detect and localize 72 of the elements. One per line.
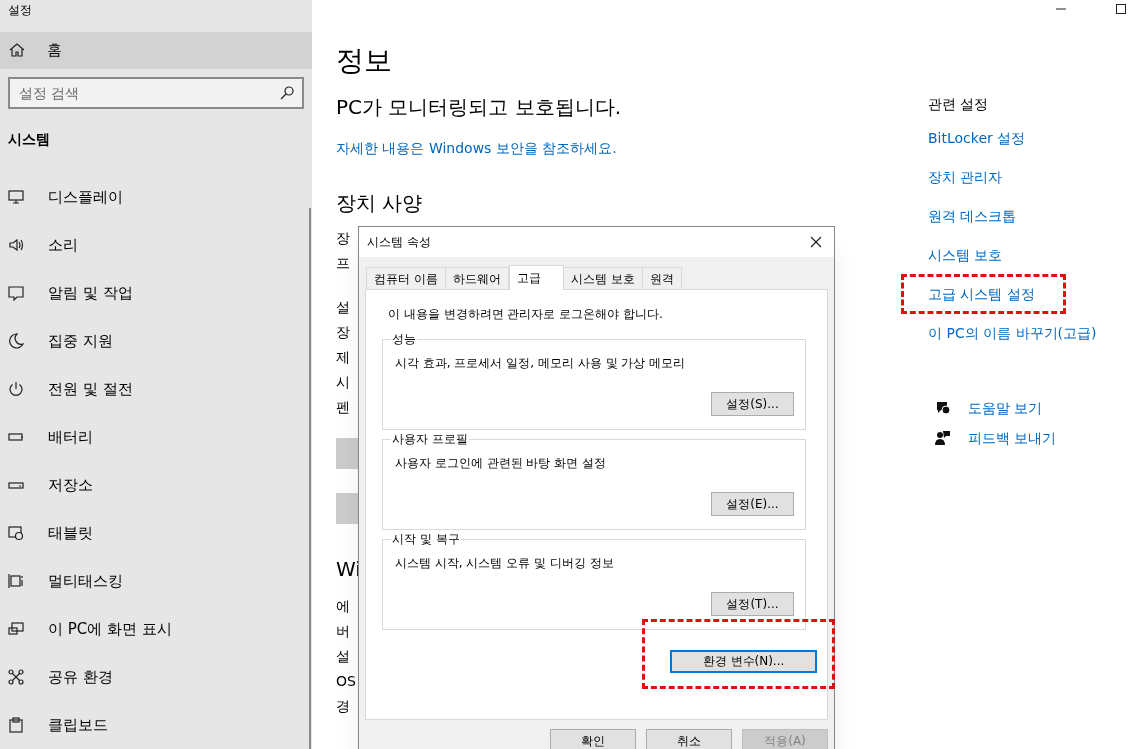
settings-button[interactable]: 설정(T)... — [711, 592, 794, 616]
spec-label: 장 — [336, 229, 350, 248]
moon-icon — [8, 333, 24, 349]
page-title: 정보 — [336, 43, 392, 79]
section-heading: 장치 사양 — [336, 190, 423, 217]
monitor-icon — [8, 189, 24, 205]
settings-button[interactable]: 설정(E)... — [711, 492, 794, 516]
related-heading: 관련 설정 — [928, 95, 989, 114]
maximize-icon — [1116, 4, 1126, 14]
section-heading: 시스템 — [7, 130, 51, 150]
window-title: 설정 — [7, 2, 33, 19]
sidebar-item[interactable]: 알림 및 작업 — [0, 269, 312, 317]
settings-button[interactable]: 설정(S)... — [711, 392, 794, 416]
related-link[interactable]: 이 PC의 이름 바꾸기(고급) — [928, 323, 1097, 344]
spec-label: 제 — [336, 348, 350, 367]
dialog-tab[interactable]: 하드웨어 — [444, 267, 509, 289]
share-icon — [8, 669, 24, 685]
spec-label: 설 — [336, 298, 350, 317]
search-field[interactable]: 설정 검색 — [8, 77, 304, 110]
speaker-icon — [8, 237, 24, 253]
sidebar-item[interactable]: 디스플레이 — [0, 173, 312, 221]
sidebar-item[interactable]: 공유 환경 — [0, 653, 312, 701]
dialog-title: 시스템 속성 — [367, 234, 431, 251]
sidebar-item[interactable]: 전원 및 절전 — [0, 365, 312, 413]
sidebar-item[interactable]: 집중 지원 — [0, 317, 312, 365]
spec-label: 프 — [336, 254, 350, 273]
sidebar-item[interactable]: 저장소 — [0, 461, 312, 509]
dialog-tab[interactable]: 고급 — [508, 265, 564, 290]
spec-label: 경 — [336, 697, 350, 716]
feedback-person-icon — [935, 430, 951, 446]
search-icon — [280, 86, 294, 101]
related-link[interactable]: 장치 관리자 — [928, 167, 1003, 188]
group-description: 시스템 시작, 시스템 오류 및 디버깅 정보 — [395, 555, 614, 572]
sidebar-item[interactable]: 멀티태스킹 — [0, 557, 312, 605]
home-icon — [9, 42, 25, 59]
dialog-button[interactable]: 취소 — [646, 729, 732, 749]
spec-label: 장 — [336, 323, 350, 342]
close-icon — [810, 236, 822, 248]
spec-label: 시 — [336, 373, 350, 392]
dialog-tab[interactable]: 컴퓨터 이름 — [366, 267, 446, 289]
dialog-tab[interactable]: 원격 — [641, 267, 682, 289]
sidebar-item[interactable]: 소리 — [0, 221, 312, 269]
projector-icon — [8, 621, 24, 637]
spec-label: 설 — [336, 647, 350, 666]
environment-variables-button[interactable]: 환경 변수(N)... — [670, 649, 817, 673]
home-item[interactable]: 홈 — [0, 31, 312, 70]
status-text: PC가 모니터링되고 보호됩니다. — [336, 94, 622, 121]
support-link[interactable]: 피드백 보내기 — [928, 423, 1097, 453]
security-link[interactable]: 자세한 내용은 Windows 보안을 참조하세요. — [336, 138, 617, 178]
spec-label: 펜 — [336, 398, 350, 417]
spec-label: 에 — [336, 597, 350, 616]
spec-label: OS — [336, 672, 356, 691]
group-description: 사용자 로그인에 관련된 바탕 화면 설정 — [395, 455, 607, 472]
dialog-button[interactable]: 확인 — [550, 729, 636, 749]
related-link[interactable]: 원격 데스크톱 — [928, 206, 1017, 227]
sidebar-item[interactable]: 태블릿 — [0, 509, 312, 557]
sidebar-item[interactable]: 배터리 — [0, 413, 312, 461]
sidebar-item[interactable]: 클립보드 — [0, 701, 312, 749]
sidebar-item[interactable]: 이 PC에 화면 표시 — [0, 605, 312, 653]
related-link[interactable]: 고급 시스템 설정 — [928, 284, 1035, 305]
clipboard-icon — [8, 717, 24, 733]
support-link[interactable]: 도움말 보기 — [928, 393, 1097, 423]
multitasking-icon — [8, 573, 24, 589]
spec-label: 버 — [336, 622, 350, 641]
group-description: 시각 효과, 프로세서 일정, 메모리 사용 및 가상 메모리 — [395, 355, 686, 372]
power-icon — [8, 381, 24, 397]
related-link[interactable]: 시스템 보호 — [928, 245, 1003, 266]
related-link[interactable]: BitLocker 설정 — [928, 128, 1026, 149]
message-icon — [8, 285, 24, 301]
tablet-icon — [8, 525, 24, 541]
notice-text: 이 내용을 변경하려면 관리자로 로그온해야 합니다. — [388, 306, 663, 323]
help-chat-icon — [935, 400, 951, 416]
